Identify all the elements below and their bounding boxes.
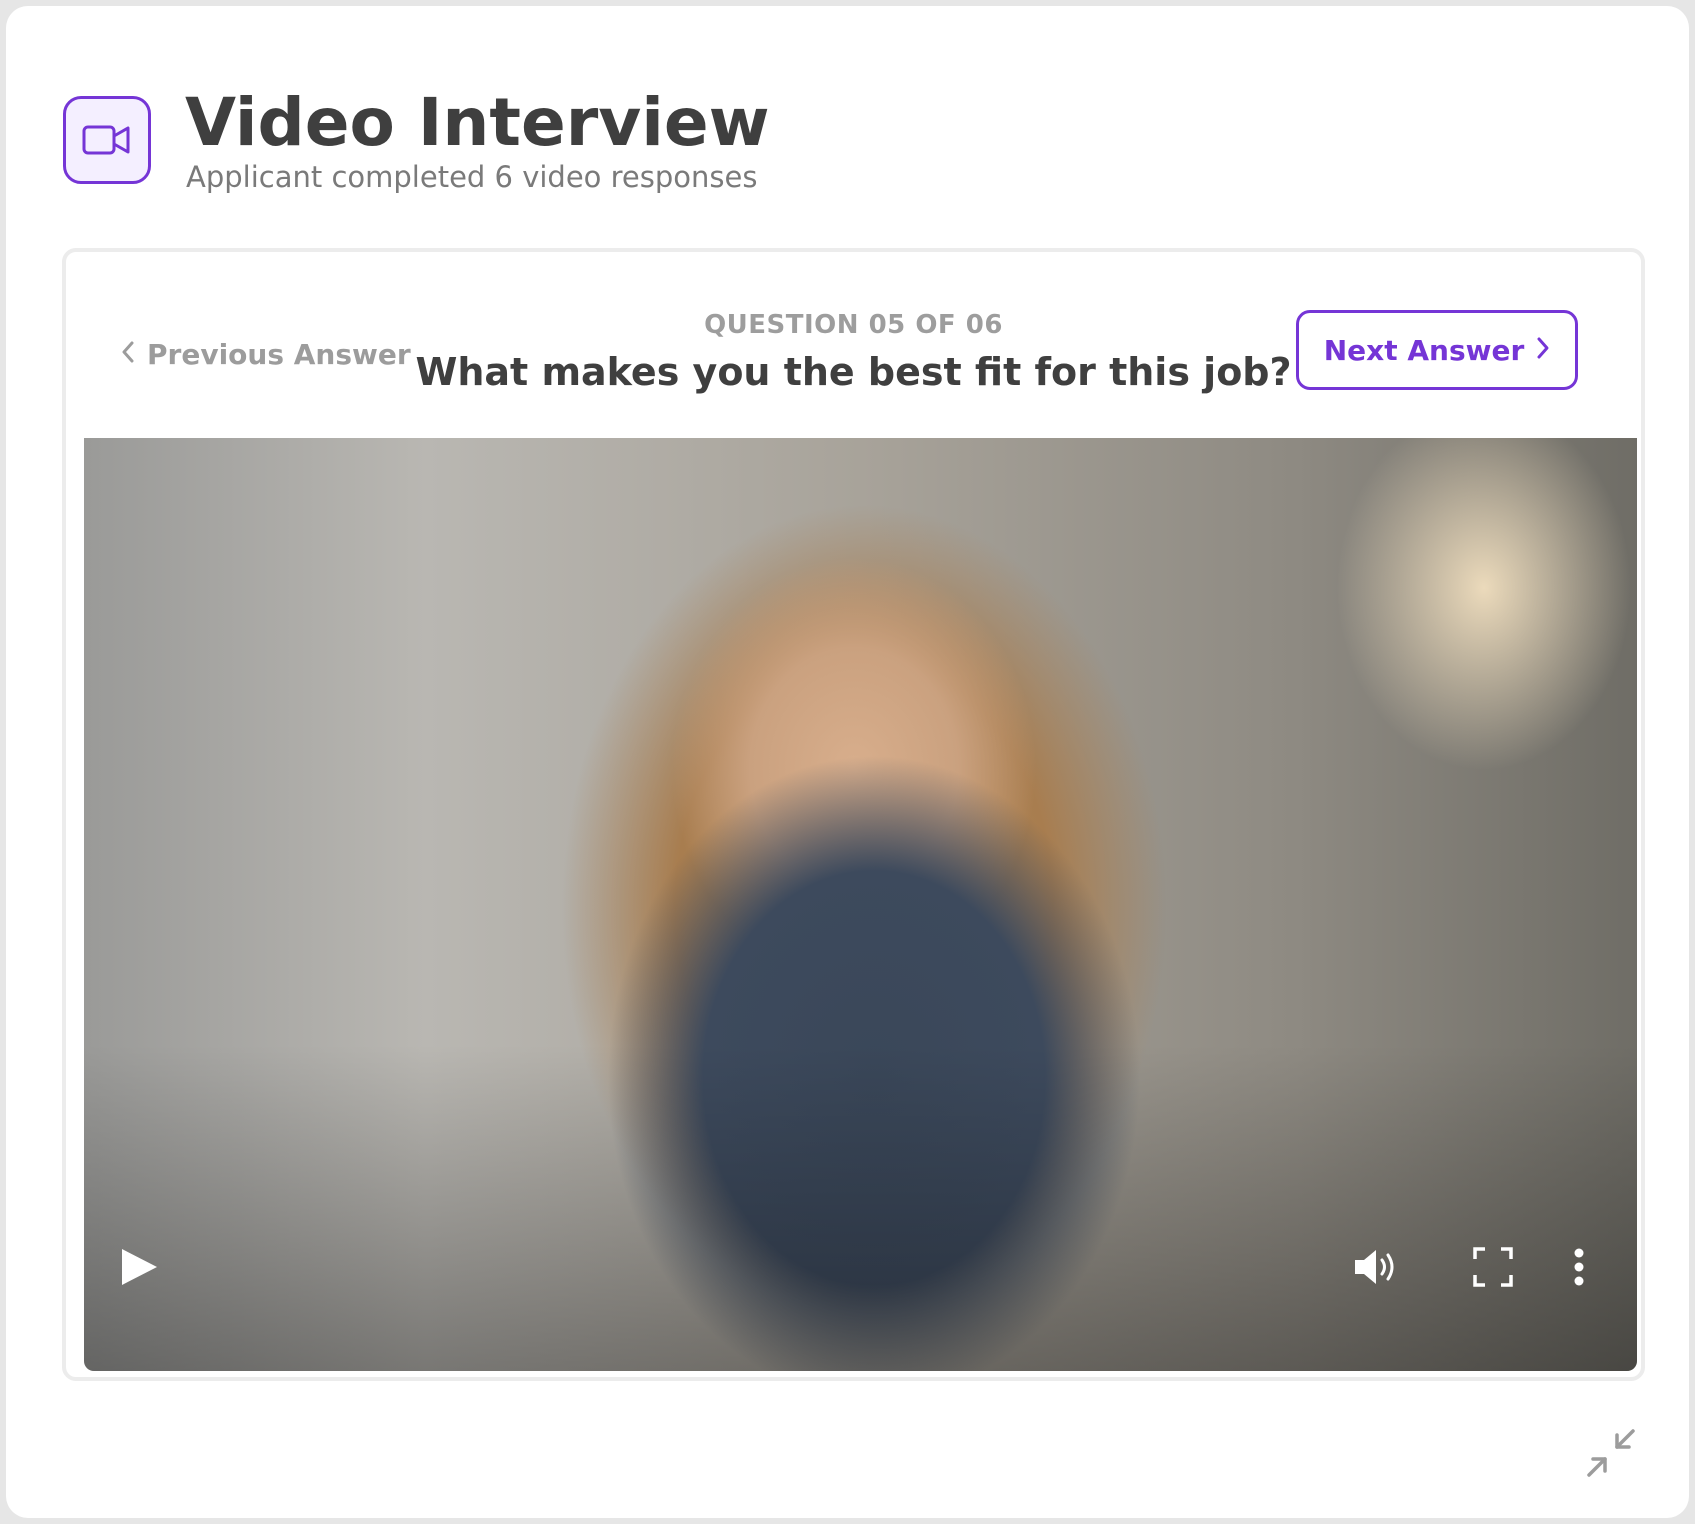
next-answer-button[interactable]: Next Answer	[1296, 310, 1578, 390]
more-options-button[interactable]	[1564, 1244, 1594, 1294]
collapse-icon	[1583, 1425, 1639, 1485]
video-interview-panel: Video Interview Applicant completed 6 vi…	[6, 6, 1689, 1518]
fullscreen-button[interactable]	[1468, 1244, 1518, 1294]
chevron-right-icon	[1536, 336, 1550, 364]
play-icon	[118, 1246, 160, 1292]
video-camera-icon	[63, 96, 151, 184]
volume-icon	[1352, 1246, 1402, 1292]
volume-button[interactable]	[1350, 1244, 1404, 1294]
video-player[interactable]	[84, 438, 1637, 1371]
play-button[interactable]	[114, 1244, 164, 1294]
page-subtitle: Applicant completed 6 video responses	[186, 160, 758, 194]
fullscreen-icon	[1472, 1246, 1514, 1292]
page-title: Video Interview	[185, 84, 770, 161]
video-thumbnail	[84, 438, 1637, 1371]
collapse-button[interactable]	[1578, 1422, 1644, 1488]
next-answer-label: Next Answer	[1323, 333, 1525, 367]
more-vertical-icon	[1573, 1247, 1585, 1291]
answer-viewer: Previous Answer QUESTION 05 OF 06 What m…	[62, 248, 1645, 1381]
